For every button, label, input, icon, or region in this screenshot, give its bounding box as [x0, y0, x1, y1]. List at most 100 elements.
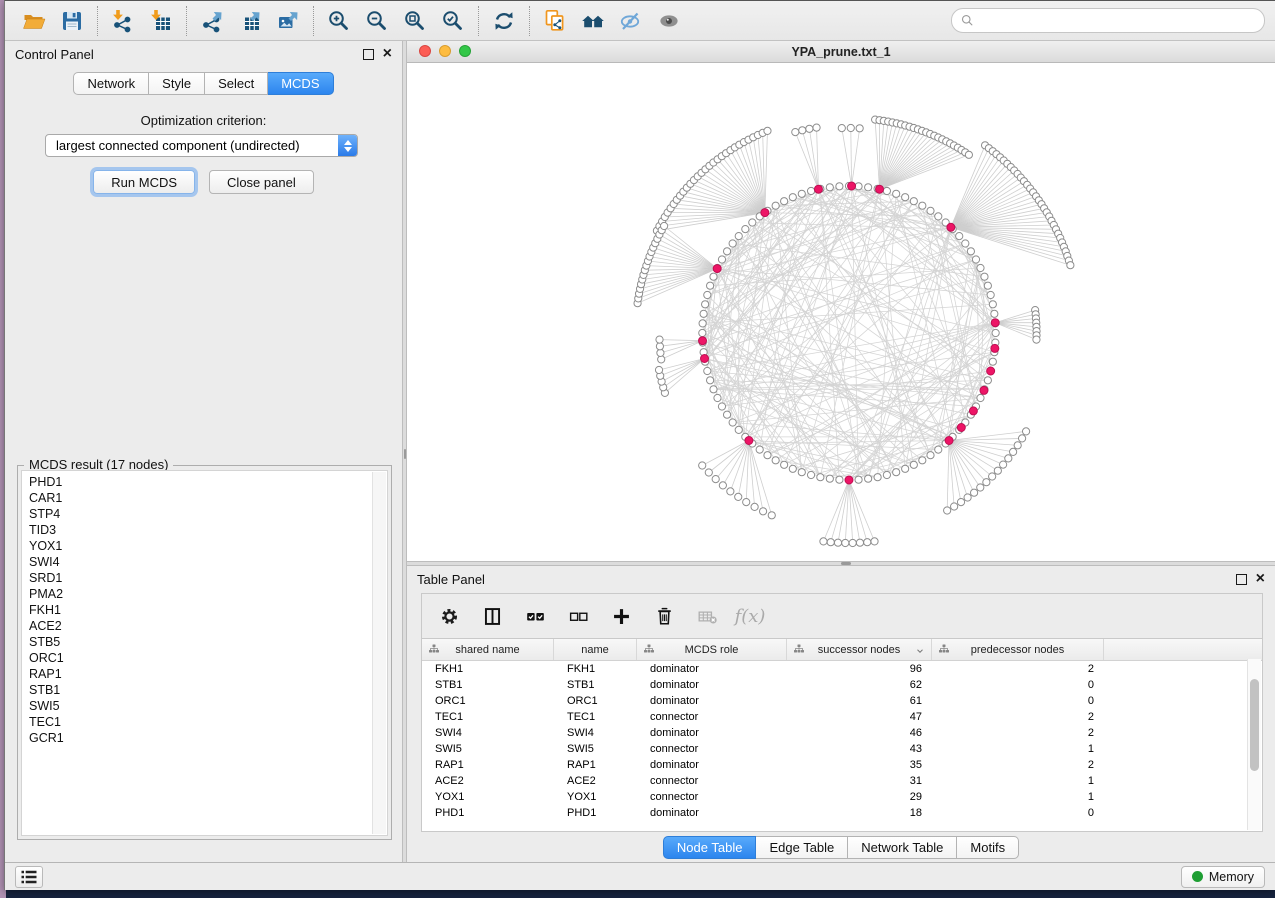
list-item[interactable]: TEC1	[29, 714, 387, 730]
import-network-button[interactable]	[104, 5, 142, 37]
add-column-button[interactable]	[608, 603, 634, 629]
list-item[interactable]: RAP1	[29, 666, 387, 682]
table-row[interactable]: PHD1PHD1dominator180	[422, 805, 1262, 821]
table-cell[interactable]: 62	[787, 679, 932, 691]
table-cell[interactable]: 46	[787, 727, 932, 739]
list-item[interactable]: STP4	[29, 506, 387, 522]
deselect-all-button[interactable]	[565, 603, 591, 629]
table-cell[interactable]: 0	[932, 807, 1104, 819]
table-row[interactable]: STB1STB1dominator620	[422, 677, 1262, 693]
table-cell[interactable]: SWI5	[554, 743, 637, 755]
table-cell[interactable]: FKH1	[422, 663, 554, 675]
show-columns-button[interactable]	[479, 603, 505, 629]
list-item[interactable]: STB5	[29, 634, 387, 650]
close-panel-button[interactable]: Close panel	[209, 170, 314, 194]
table-cell[interactable]: ACE2	[422, 775, 554, 787]
zoom-selected-button[interactable]	[434, 5, 472, 37]
table-settings-button[interactable]	[436, 603, 462, 629]
list-item[interactable]: SWI4	[29, 554, 387, 570]
table-cell[interactable]: STB1	[554, 679, 637, 691]
table-cell[interactable]: 1	[932, 743, 1104, 755]
table-cell[interactable]: SWI5	[422, 743, 554, 755]
tab-network[interactable]: Network	[73, 72, 149, 95]
show-all-button[interactable]	[650, 5, 688, 37]
table-cell[interactable]: 2	[932, 663, 1104, 675]
column-header-mcds-role[interactable]: MCDS role	[637, 639, 787, 660]
zoom-out-button[interactable]	[358, 5, 396, 37]
export-network-button[interactable]	[193, 5, 231, 37]
table-cell[interactable]: ORC1	[554, 695, 637, 707]
table-cell[interactable]: 2	[932, 727, 1104, 739]
table-row[interactable]: YOX1YOX1connector291	[422, 789, 1262, 805]
table-cell[interactable]: TEC1	[554, 711, 637, 723]
table-cell[interactable]: 18	[787, 807, 932, 819]
tab-style[interactable]: Style	[149, 72, 205, 95]
list-item[interactable]: PMA2	[29, 586, 387, 602]
table-cell[interactable]: YOX1	[554, 791, 637, 803]
delete-column-button[interactable]	[651, 603, 677, 629]
ndex-home-button[interactable]	[574, 5, 612, 37]
table-cell[interactable]: FKH1	[554, 663, 637, 675]
export-table-button[interactable]	[231, 5, 269, 37]
share-document-button[interactable]	[536, 5, 574, 37]
memory-button[interactable]: Memory	[1181, 866, 1265, 888]
criterion-select[interactable]: largest connected component (undirected)	[45, 134, 358, 157]
column-header-name[interactable]: name	[554, 639, 637, 660]
float-panel-icon[interactable]	[1236, 574, 1247, 585]
minimize-window-icon[interactable]	[439, 45, 451, 57]
table-row[interactable]: FKH1FKH1dominator962	[422, 661, 1262, 677]
list-item[interactable]: FKH1	[29, 602, 387, 618]
tab-select[interactable]: Select	[205, 72, 268, 95]
table-cell[interactable]: connector	[637, 711, 787, 723]
column-header-successor-nodes[interactable]: successor nodes	[787, 639, 932, 660]
list-item[interactable]: YOX1	[29, 538, 387, 554]
table-cell[interactable]: dominator	[637, 663, 787, 675]
maximize-window-icon[interactable]	[459, 45, 471, 57]
table-cell[interactable]: 61	[787, 695, 932, 707]
table-cell[interactable]: 0	[932, 695, 1104, 707]
list-item[interactable]: SWI5	[29, 698, 387, 714]
select-all-button[interactable]	[522, 603, 548, 629]
table-cell[interactable]: RAP1	[554, 759, 637, 771]
list-item[interactable]: STB1	[29, 682, 387, 698]
table-cell[interactable]: PHD1	[422, 807, 554, 819]
table-cell[interactable]: TEC1	[422, 711, 554, 723]
table-cell[interactable]: 2	[932, 759, 1104, 771]
tab-mcds[interactable]: MCDS	[268, 72, 333, 95]
column-header-shared-name[interactable]: shared name	[422, 639, 554, 660]
task-history-button[interactable]	[15, 866, 43, 888]
network-canvas[interactable]	[407, 63, 1275, 561]
chevron-down-icon[interactable]	[915, 646, 925, 656]
table-cell[interactable]: dominator	[637, 807, 787, 819]
run-mcds-button[interactable]: Run MCDS	[93, 170, 195, 194]
hide-selected-button[interactable]	[612, 5, 650, 37]
close-panel-icon[interactable]: ×	[1256, 574, 1265, 584]
table-cell[interactable]: 96	[787, 663, 932, 675]
list-item[interactable]: PHD1	[29, 474, 387, 490]
network-view-titlebar[interactable]: YPA_prune.txt_1	[407, 41, 1275, 63]
table-cell[interactable]: dominator	[637, 759, 787, 771]
table-row[interactable]: RAP1RAP1dominator352	[422, 757, 1262, 773]
table-cell[interactable]: YOX1	[422, 791, 554, 803]
scrollbar-thumb[interactable]	[1250, 679, 1259, 771]
table-cell[interactable]: ORC1	[422, 695, 554, 707]
table-row[interactable]: SWI4SWI4dominator462	[422, 725, 1262, 741]
column-header-predecessor-nodes[interactable]: predecessor nodes	[932, 639, 1104, 660]
refresh-view-button[interactable]	[485, 5, 523, 37]
export-image-button[interactable]	[269, 5, 307, 37]
tab-node-table[interactable]: Node Table	[663, 836, 757, 859]
table-scrollbar[interactable]	[1247, 659, 1261, 830]
table-cell[interactable]: 35	[787, 759, 932, 771]
float-panel-icon[interactable]	[363, 49, 374, 60]
zoom-fit-button[interactable]	[396, 5, 434, 37]
table-cell[interactable]: connector	[637, 791, 787, 803]
table-cell[interactable]: dominator	[637, 727, 787, 739]
table-cell[interactable]: connector	[637, 775, 787, 787]
close-panel-icon[interactable]: ×	[383, 49, 392, 59]
table-cell[interactable]: 2	[932, 711, 1104, 723]
table-cell[interactable]: 0	[932, 679, 1104, 691]
table-cell[interactable]: connector	[637, 743, 787, 755]
table-cell[interactable]: 1	[932, 791, 1104, 803]
table-cell[interactable]: SWI4	[422, 727, 554, 739]
table-cell[interactable]: ACE2	[554, 775, 637, 787]
